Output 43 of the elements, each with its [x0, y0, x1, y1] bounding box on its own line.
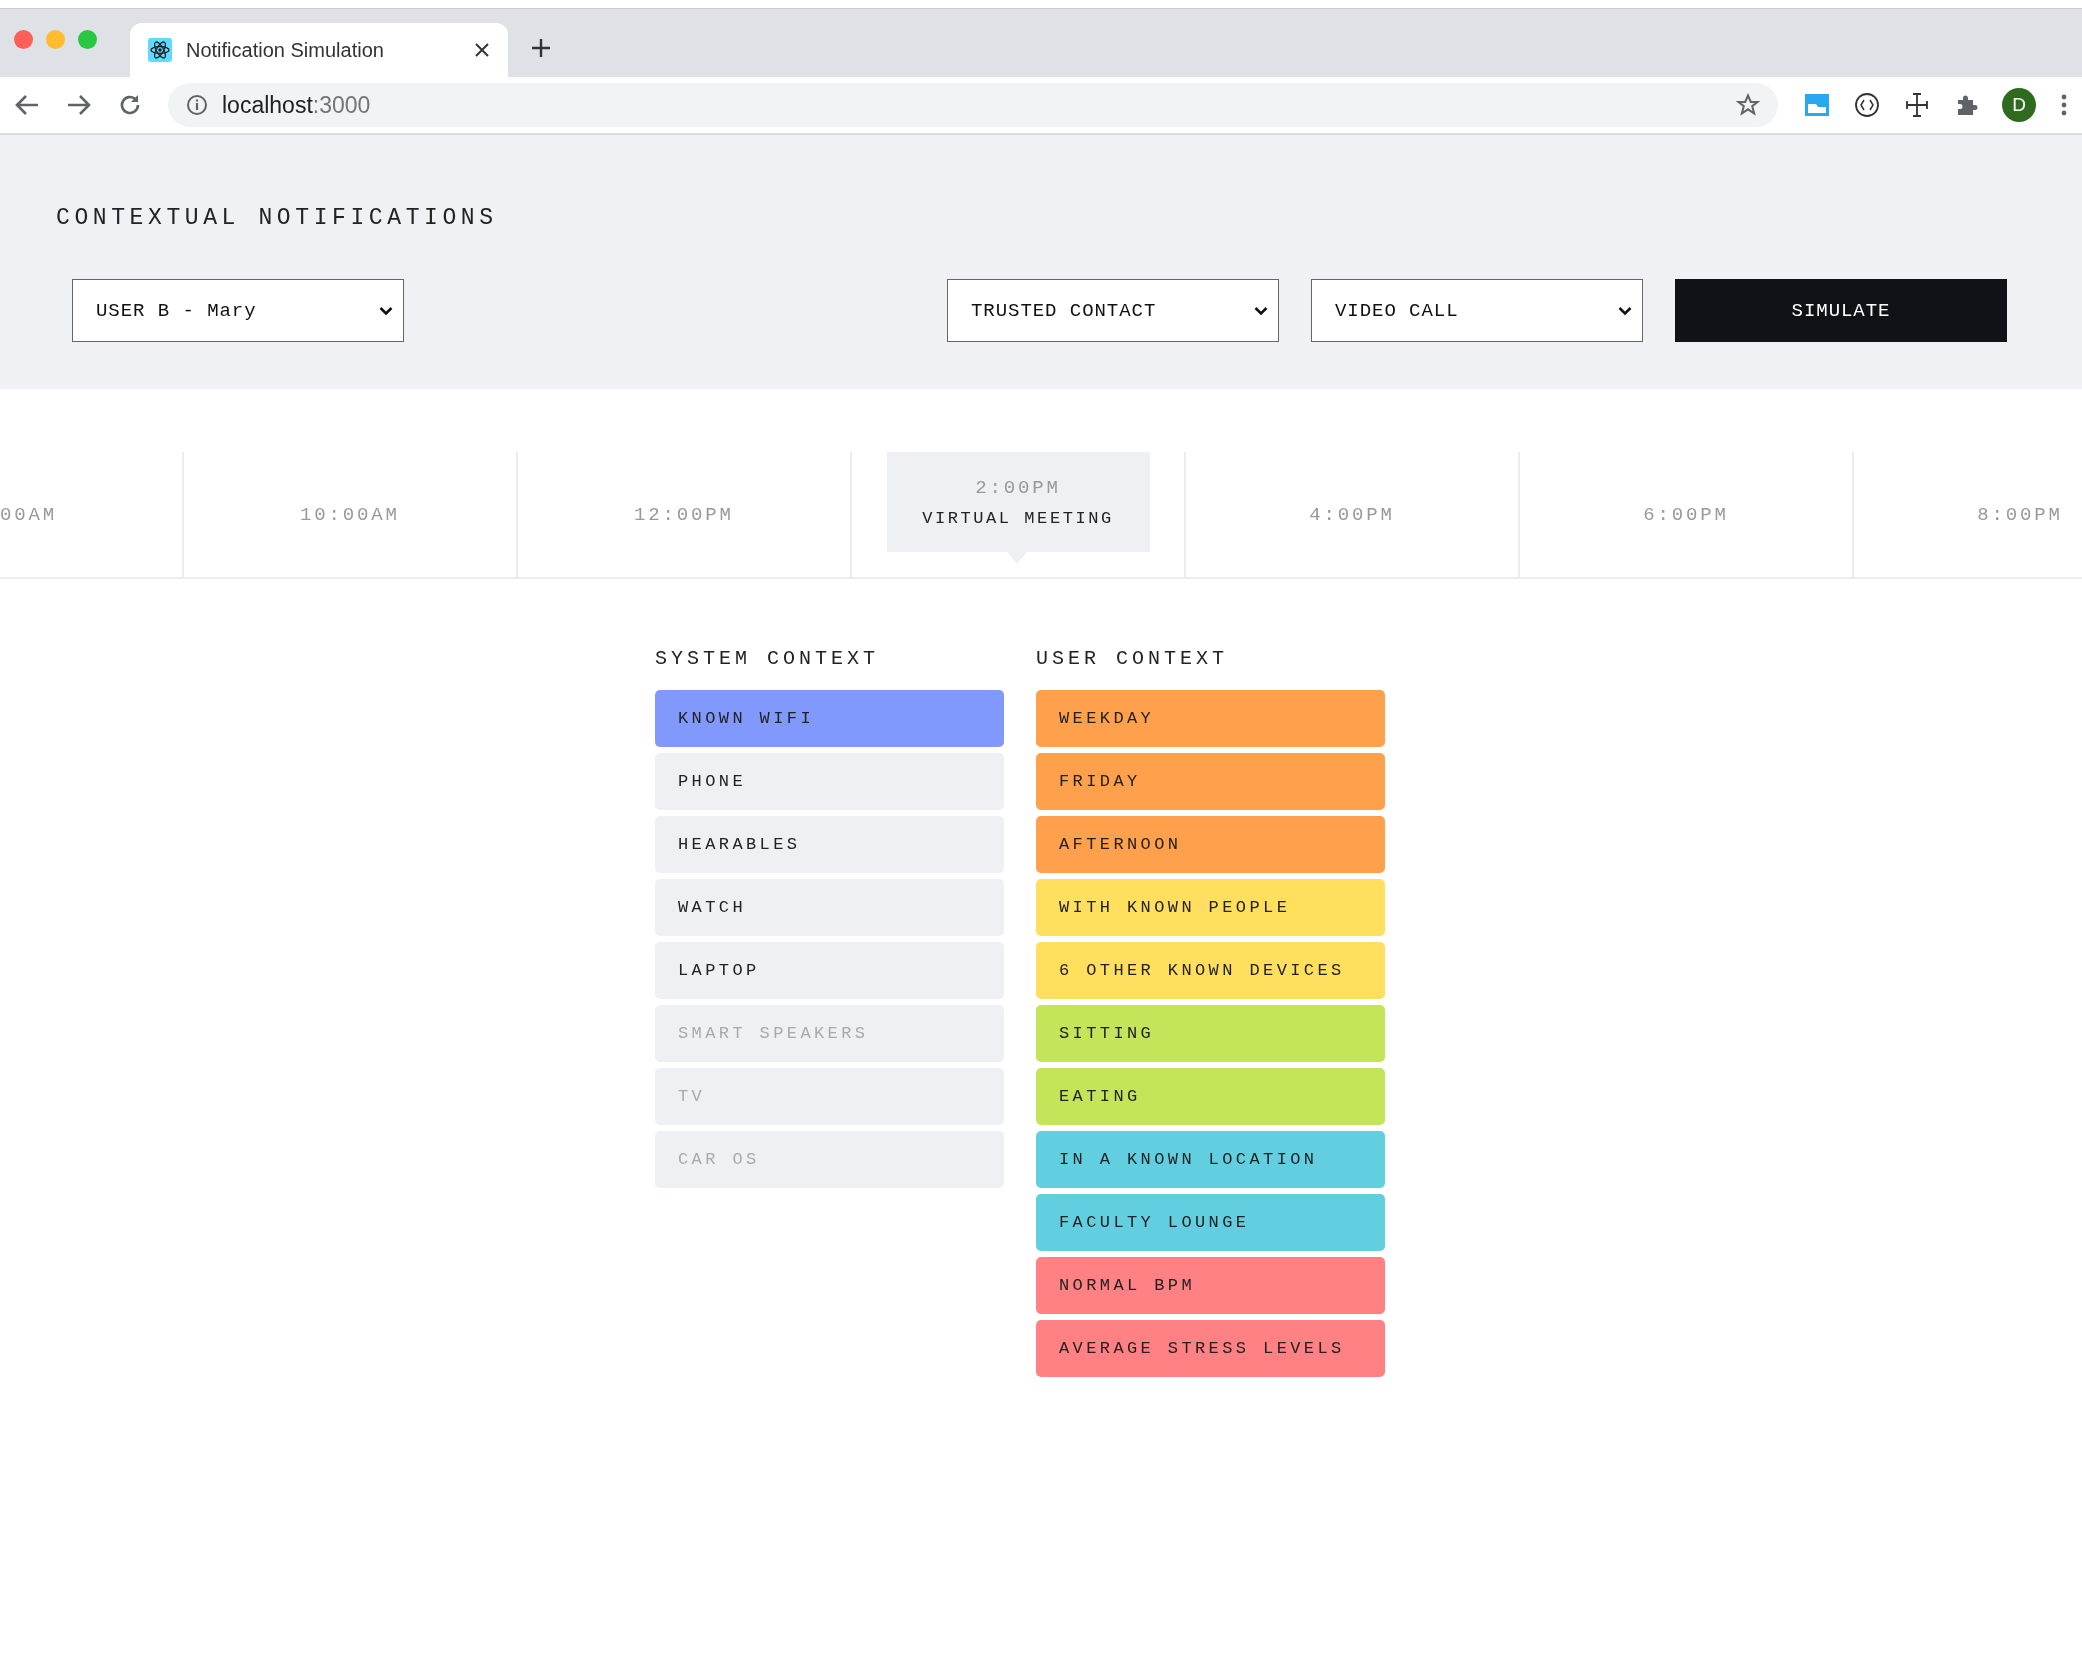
new-tab-icon[interactable] — [530, 37, 552, 59]
back-icon[interactable] — [14, 93, 40, 117]
user-context-tag: WEEKDAY — [1036, 690, 1385, 747]
user-dropdown[interactable]: USER B - Mary — [72, 279, 404, 342]
info-icon — [186, 94, 208, 116]
timeline-slot[interactable]: 2:00PM VIRTUAL MEETING — [886, 452, 1150, 552]
user-context-heading: USER CONTEXT — [1036, 647, 1230, 670]
event-dropdown[interactable]: VIDEO CALL — [1311, 279, 1643, 342]
chevron-down-icon — [1618, 305, 1632, 316]
user-context-tag: AFTERNOON — [1036, 816, 1385, 873]
more-menu-icon[interactable] — [2060, 93, 2068, 117]
browser-tab[interactable]: Notification Simulation — [130, 23, 508, 77]
system-context-item[interactable]: LAPTOP — [655, 942, 1004, 999]
simulate-button[interactable]: SIMULATE — [1675, 279, 2007, 342]
chevron-down-icon — [1254, 305, 1268, 316]
reload-icon[interactable] — [118, 93, 142, 117]
contact-dropdown[interactable]: TRUSTED CONTACT — [947, 279, 1279, 342]
user-context-tag: WITH KNOWN PEOPLE — [1036, 879, 1385, 936]
system-context-item[interactable]: WATCH — [655, 879, 1004, 936]
system-context-heading: SYSTEM CONTEXT — [655, 647, 881, 670]
address-bar[interactable]: localhost:3000 — [168, 83, 1778, 127]
move-cross-icon[interactable] — [1904, 92, 1930, 118]
atom-icon — [148, 38, 172, 62]
window-extension-icon[interactable] — [1804, 92, 1830, 118]
bookmark-star-icon[interactable] — [1736, 93, 1760, 117]
user-context-tag: IN A KNOWN LOCATION — [1036, 1131, 1385, 1188]
user-context-tag: 6 OTHER KNOWN DEVICES — [1036, 942, 1385, 999]
system-context-item[interactable]: KNOWN WIFI — [655, 690, 1004, 747]
user-context-tag: NORMAL BPM — [1036, 1257, 1385, 1314]
forward-icon[interactable] — [66, 93, 92, 117]
user-context-tag: AVERAGE STRESS LEVELS — [1036, 1320, 1385, 1377]
code-extension-icon[interactable] — [1854, 92, 1880, 118]
user-context-tag: EATING — [1036, 1068, 1385, 1125]
tab-title: Notification Simulation — [186, 38, 385, 62]
profile-avatar[interactable]: D — [2002, 88, 2036, 122]
user-context-tag: FACULTY LOUNGE — [1036, 1194, 1385, 1251]
user-context-tag: SITTING — [1036, 1005, 1385, 1062]
user-context-tag: FRIDAY — [1036, 753, 1385, 810]
page-title: CONTEXTUAL NOTIFICATIONS — [56, 204, 499, 231]
close-tab-icon[interactable] — [474, 42, 490, 58]
chevron-down-icon — [379, 305, 393, 316]
system-context-item[interactable]: PHONE — [655, 753, 1004, 810]
system-context-item[interactable]: HEARABLES — [655, 816, 1004, 873]
